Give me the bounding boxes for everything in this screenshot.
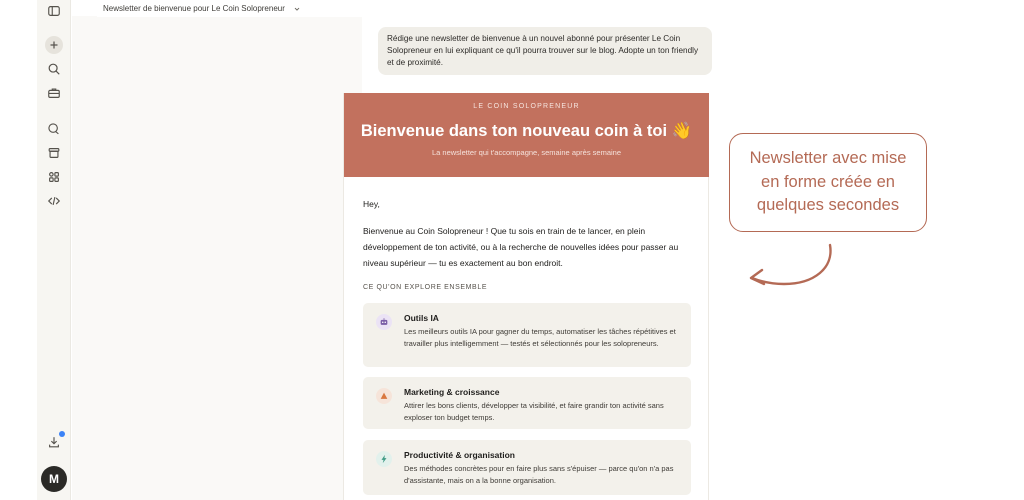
newsletter-header: LE COIN SOLOPRENEUR Bienvenue dans ton n… (344, 93, 709, 177)
card-description: Les meilleurs outils IA pour gagner du t… (404, 327, 676, 348)
archive-icon[interactable] (45, 144, 63, 162)
new-chat-icon[interactable] (45, 36, 63, 54)
search-icon[interactable] (45, 60, 63, 78)
newsletter-preview: LE COIN SOLOPRENEUR Bienvenue dans ton n… (343, 93, 709, 500)
newsletter-brand: LE COIN SOLOPRENEUR (473, 103, 580, 110)
sidebar-toggle-icon[interactable] (45, 2, 63, 20)
sidebar: M (37, 0, 71, 500)
card-description: Des méthodes concrètes pour en faire plu… (404, 464, 674, 485)
lightning-icon (376, 451, 392, 467)
card-title: Productivité & organisation (404, 450, 515, 460)
card-title: Outils IA (404, 313, 439, 323)
chats-icon[interactable] (45, 120, 63, 138)
conversation-header[interactable]: Newsletter de bienvenue pour Le Coin Sol… (97, 0, 714, 17)
newsletter-subtitle: La newsletter qui t'accompagne, semaine … (431, 148, 622, 157)
download-icon[interactable] (45, 431, 65, 451)
growth-icon (376, 388, 392, 404)
notification-dot (59, 431, 65, 437)
code-icon[interactable] (45, 192, 63, 210)
topic-card: Productivité & organisation Des méthodes… (363, 440, 691, 495)
card-description: Attirer les bons clients, développer ta … (404, 401, 664, 422)
avatar[interactable]: M (41, 466, 67, 492)
chevron-down-icon[interactable] (293, 5, 301, 13)
robot-icon (376, 314, 392, 330)
apps-icon[interactable] (45, 168, 63, 186)
screen: M Newsletter de bienvenue pour Le Coin S… (0, 0, 1024, 500)
curved-arrow-icon (749, 243, 832, 286)
user-message: Rédige une newsletter de bienvenue à un … (378, 27, 712, 75)
topic-card: Marketing & croissance Attirer les bons … (363, 377, 691, 429)
card-title: Marketing & croissance (404, 387, 500, 397)
annotation-callout: Newsletter avec mise en forme créée en q… (729, 133, 927, 232)
topic-card: Outils IA Les meilleurs outils IA pour g… (363, 303, 691, 367)
conversation-title[interactable]: Newsletter de bienvenue pour Le Coin Sol… (103, 4, 285, 13)
newsletter-title: Bienvenue dans ton nouveau coin à toi 👋 (360, 122, 693, 140)
section-title: CE QU'ON EXPLORE ENSEMBLE (363, 284, 488, 291)
newsletter-intro: Bienvenue au Coin Solopreneur ! Que tu s… (363, 226, 679, 268)
chat-background (72, 16, 362, 500)
newsletter-greeting: Hey, (363, 199, 380, 209)
briefcase-icon[interactable] (45, 84, 63, 102)
